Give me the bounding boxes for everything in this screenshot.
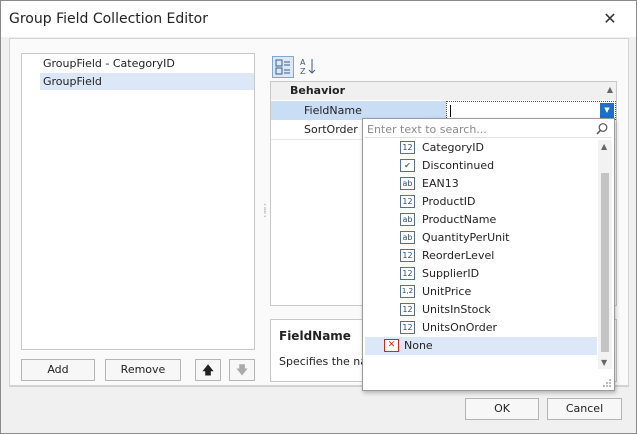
- sort-alphabetical-icon: A Z: [300, 58, 316, 76]
- item-label: UnitsInStock: [422, 303, 491, 316]
- list-item[interactable]: 12 ProductID: [365, 193, 597, 211]
- list-item[interactable]: ab QuantityPerUnit: [365, 229, 597, 247]
- item-label: Discontinued: [422, 159, 495, 172]
- text-field-icon: ab: [400, 231, 415, 244]
- search-field[interactable]: Enter text to search...: [365, 121, 612, 138]
- svg-text:Z: Z: [300, 67, 306, 76]
- item-label: None: [404, 339, 433, 352]
- numeric-field-icon: 12: [400, 141, 415, 154]
- cancel-button[interactable]: Cancel: [547, 398, 622, 420]
- move-up-button[interactable]: 🡅: [195, 359, 221, 381]
- svg-text:A: A: [300, 58, 306, 67]
- search-icon[interactable]: [596, 122, 608, 136]
- splitter-handle[interactable]: ⋮⋮: [260, 204, 270, 226]
- list-item[interactable]: 12 ReorderLevel: [365, 247, 597, 265]
- list-item[interactable]: 12 SupplierID: [365, 265, 597, 283]
- remove-button[interactable]: Remove: [105, 359, 181, 381]
- category-label: Behavior: [290, 84, 346, 97]
- list-item[interactable]: ✕ None: [365, 337, 597, 355]
- search-input[interactable]: Enter text to search...: [367, 123, 487, 136]
- category-row[interactable]: Behavior ▲: [271, 82, 616, 100]
- list-item[interactable]: ab ProductName: [365, 211, 597, 229]
- scroll-thumb[interactable]: [601, 173, 609, 352]
- item-label: QuantityPerUnit: [422, 231, 510, 244]
- alphabetical-view-button[interactable]: A Z: [298, 56, 320, 78]
- scroll-down-icon[interactable]: ▼: [601, 358, 607, 367]
- text-caret: [450, 105, 451, 117]
- categorized-view-button[interactable]: [272, 56, 294, 78]
- numeric-field-icon: 12: [400, 321, 415, 334]
- text-field-icon: ab: [400, 177, 415, 190]
- property-name: FieldName: [304, 104, 362, 117]
- add-button[interactable]: Add: [21, 359, 95, 381]
- window-title: Group Field Collection Editor: [9, 11, 208, 27]
- group-field-list[interactable]: GroupField - CategoryID GroupField: [21, 53, 255, 350]
- numeric-field-icon: 12: [400, 195, 415, 208]
- categorized-icon: [275, 59, 290, 75]
- item-label: UnitsOnOrder: [422, 321, 498, 334]
- move-down-button[interactable]: 🡇: [229, 359, 255, 381]
- item-label: UnitPrice: [422, 285, 472, 298]
- list-item[interactable]: GroupField: [40, 73, 254, 90]
- text-field-icon: ab: [400, 213, 415, 226]
- item-label: ProductID: [422, 195, 476, 208]
- none-x-icon: ✕: [384, 339, 399, 352]
- editor-window: Group Field Collection Editor ✕ GroupFie…: [0, 0, 637, 434]
- title-bar: Group Field Collection Editor ✕: [1, 1, 636, 37]
- list-item[interactable]: ✔ Discontinued: [365, 157, 597, 175]
- list-item[interactable]: ab EAN13: [365, 175, 597, 193]
- dropdown-scrollbar[interactable]: ▲ ▼: [598, 140, 612, 369]
- list-item[interactable]: 12 CategoryID: [365, 139, 597, 157]
- item-label: CategoryID: [422, 141, 484, 154]
- numeric-field-icon: 12: [400, 267, 415, 280]
- close-button[interactable]: ✕: [600, 9, 620, 29]
- scroll-up-icon[interactable]: ▲: [601, 142, 607, 151]
- dropdown-arrow-icon[interactable]: ▼: [600, 103, 614, 118]
- list-item[interactable]: 12 UnitsInStock: [365, 301, 597, 319]
- ok-button[interactable]: OK: [465, 398, 539, 420]
- item-label: ReorderLevel: [422, 249, 495, 262]
- decimal-field-icon: 1,2: [400, 285, 415, 298]
- list-item[interactable]: 1,2 UnitPrice: [365, 283, 597, 301]
- property-name: SortOrder: [304, 123, 358, 136]
- description-title: FieldName: [279, 329, 351, 343]
- item-label: ProductName: [422, 213, 497, 226]
- checkmark-icon: ✔: [400, 159, 415, 172]
- item-label: SupplierID: [422, 267, 480, 280]
- collapse-icon[interactable]: ▲: [607, 85, 613, 94]
- list-item[interactable]: 12 UnitsOnOrder: [365, 319, 597, 337]
- numeric-field-icon: 12: [400, 249, 415, 262]
- list-item[interactable]: GroupField - CategoryID: [40, 55, 254, 72]
- item-label: EAN13: [422, 177, 459, 190]
- numeric-field-icon: 12: [400, 303, 415, 316]
- fieldname-dropdown: Enter text to search... 12 CategoryID ✔ Di…: [362, 118, 615, 391]
- resize-grip-icon[interactable]: [602, 378, 612, 388]
